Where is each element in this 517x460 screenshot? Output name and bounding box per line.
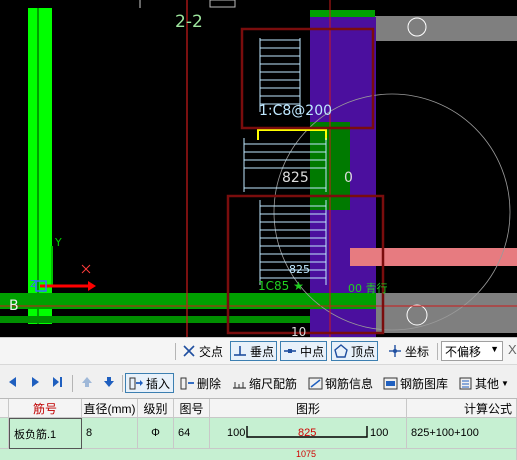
delete-button[interactable]: 删除 <box>180 373 221 393</box>
rebar-pink <box>350 248 517 266</box>
table-cell-bar-no[interactable]: 板负筋.1 <box>9 418 82 449</box>
bottom-number: 10 <box>291 325 307 337</box>
chevron-down-icon: ▼ <box>501 378 509 388</box>
axis-label-b: B <box>9 298 19 314</box>
first-record-icon[interactable] <box>6 375 20 389</box>
separator <box>437 343 438 360</box>
drawing-canvas[interactable]: 2-2 1:C8@200 825 0 825 1C85 ★ 00 青行 B Y … <box>0 0 517 337</box>
rebar-library-label: 钢筋图库 <box>400 376 449 391</box>
row-selector[interactable] <box>0 418 9 449</box>
offset-select-value: 不偏移 <box>445 344 482 359</box>
snap-intersection-button[interactable]: 交点 <box>180 341 225 361</box>
snap-vertex-label: 顶点 <box>351 344 376 359</box>
coordinate-icon <box>389 345 401 357</box>
move-up-icon[interactable] <box>80 375 94 389</box>
separator <box>122 375 123 392</box>
other-menu-icon <box>459 377 472 389</box>
column-green <box>28 8 52 324</box>
separator <box>72 375 73 392</box>
snap-coordinate-label: 坐标 <box>405 344 430 359</box>
rebar-label: 1:C8@200 <box>259 103 333 119</box>
delete-icon <box>180 377 194 389</box>
separator <box>175 343 176 360</box>
scale-rebar-button[interactable]: 缩尺配筋 <box>232 373 297 393</box>
col-header-bar-no[interactable]: 筋号 <box>9 399 82 418</box>
chevron-down-icon: ▼ <box>490 344 499 354</box>
dimension-825: 825 <box>282 170 309 186</box>
rebar-table: 筋号 直径(mm) 级别 图号 图形 计算公式 板负筋.1 8 Φ 64 100… <box>0 398 517 460</box>
shape-mid-length: 825 <box>298 427 317 439</box>
rebar-info-label: 钢筋信息 <box>325 376 374 391</box>
shape-left-length: 100 <box>227 427 246 439</box>
axis-y-label: Y <box>55 236 62 249</box>
dimension-825-small: 825 <box>289 263 310 276</box>
snap-vertex-button[interactable]: 顶点 <box>331 341 379 361</box>
section-label: 2-2 <box>175 12 203 32</box>
next-record-icon[interactable] <box>28 375 42 389</box>
insert-icon <box>129 377 143 389</box>
shape-right-length: 100 <box>370 427 389 439</box>
table-cell-diameter[interactable]: 8 <box>82 418 138 449</box>
perpendicular-icon <box>234 346 246 356</box>
midpoint-icon <box>284 349 296 353</box>
rebar-info-icon <box>308 377 323 389</box>
rebar-library-button[interactable]: 钢筋图库 <box>383 373 448 393</box>
snap-perpendicular-label: 垂点 <box>250 344 275 359</box>
row-header-corner <box>0 399 9 418</box>
rebar-ladder-upper <box>259 38 301 112</box>
snap-perpendicular-button[interactable]: 垂点 <box>230 341 278 361</box>
green-label-right: 00 青行 <box>348 282 388 295</box>
table-row[interactable]: 1075 <box>0 449 517 460</box>
table-cell-grade[interactable]: Φ <box>138 418 174 449</box>
insert-label: 插入 <box>146 376 171 391</box>
other-menu-label: 其他 <box>475 376 500 391</box>
insert-button[interactable]: 插入 <box>125 373 175 393</box>
col-header-formula[interactable]: 计算公式 <box>407 399 517 418</box>
rebar-edit-toolbar: 插入 删除 缩尺配筋 钢筋信息 钢筋图库 其他 ▼ <box>0 364 517 398</box>
snap-toolbar: 交点 垂点 中点 顶点 坐标 不偏移 ▼ X <box>0 337 517 364</box>
vertex-icon <box>334 344 348 358</box>
rebar-library-icon <box>383 377 398 389</box>
dimension-0: 0 <box>344 170 353 186</box>
scale-rebar-icon <box>233 381 246 389</box>
table-cell-formula[interactable]: 825+100+100 <box>407 418 517 449</box>
beam-green-bottom-2 <box>0 316 310 323</box>
row2-partial-value: 1075 <box>296 449 317 459</box>
slab-band-top <box>375 16 517 41</box>
col-header-shape[interactable]: 图形 <box>210 399 407 418</box>
axis-z-label: Z <box>30 279 37 290</box>
move-down-icon[interactable] <box>102 375 116 389</box>
delete-label: 删除 <box>197 376 222 391</box>
table-cell-shape[interactable]: 100 825 100 <box>210 418 407 449</box>
rebar-info-button[interactable]: 钢筋信息 <box>308 373 373 393</box>
offset-select[interactable]: 不偏移 ▼ <box>441 341 503 361</box>
last-record-icon[interactable] <box>50 375 64 389</box>
col-header-shape-no[interactable]: 图号 <box>174 399 210 418</box>
table-cell-shape-no[interactable]: 64 <box>174 418 210 449</box>
snap-midpoint-button[interactable]: 中点 <box>280 341 328 361</box>
col-header-diameter[interactable]: 直径(mm) <box>82 399 138 418</box>
snap-coordinate-button[interactable]: 坐标 <box>386 341 431 361</box>
green-label-left: 1C85 ★ <box>258 279 304 293</box>
col-header-grade[interactable]: 级别 <box>138 399 174 418</box>
snap-intersection-label: 交点 <box>199 344 224 359</box>
slab-band-bottom <box>376 293 517 333</box>
other-menu-button[interactable]: 其他 ▼ <box>458 373 509 393</box>
intersection-icon <box>183 345 195 357</box>
scale-rebar-label: 缩尺配筋 <box>249 376 298 391</box>
snap-midpoint-label: 中点 <box>300 344 325 359</box>
slab-green-top <box>310 10 375 17</box>
close-button[interactable]: X <box>508 342 517 357</box>
